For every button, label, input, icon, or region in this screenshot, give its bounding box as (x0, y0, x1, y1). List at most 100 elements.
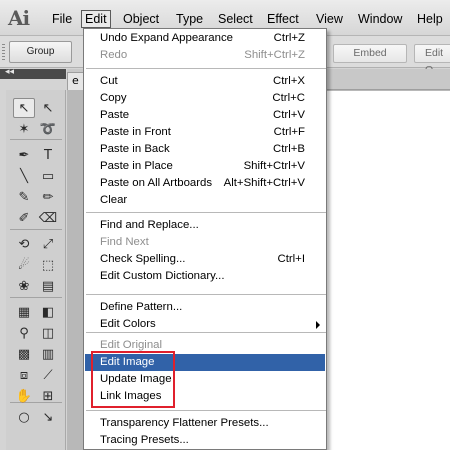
menu-item-label: Paste (100, 109, 130, 121)
warp-tool-icon[interactable]: ☄ (13, 255, 35, 275)
menu-item-paste-in-back[interactable]: Paste in Back Ctrl+B (85, 141, 325, 158)
mesh-tool-icon[interactable]: ▦ (13, 302, 35, 322)
menu-item-label: Paste in Place (100, 160, 173, 172)
menu-item-label: Cut (100, 75, 118, 87)
app-logo: Ai (8, 6, 30, 30)
annotation-highlight-box (91, 351, 175, 408)
free-transform-tool-icon[interactable]: ⬚ (37, 255, 59, 275)
pencil-tool-icon[interactable]: ✏ (37, 187, 59, 207)
menu-item-label: Edit Colors (100, 318, 156, 330)
symbol-sprayer-tool-icon[interactable]: ❀ (13, 276, 35, 296)
rectangle-tool-icon[interactable]: ▭ (37, 166, 59, 186)
line-tool-icon[interactable]: ╲ (13, 166, 35, 186)
submenu-arrow-icon (316, 321, 320, 329)
control-bar-grip[interactable] (2, 44, 5, 60)
menu-item-paste-in-front[interactable]: Paste in Front Ctrl+F (85, 124, 325, 141)
pen-tool-icon[interactable]: ✒ (13, 145, 35, 165)
menu-item-clear[interactable]: Clear (85, 192, 325, 209)
menu-item-shortcut: Ctrl+B (273, 143, 305, 155)
live-paint-tool-icon[interactable]: ▩ (13, 344, 35, 364)
menu-item-paste[interactable]: Paste Ctrl+V (85, 107, 325, 124)
menu-item-define-pattern[interactable]: Define Pattern... (85, 299, 325, 316)
menu-separator (86, 294, 326, 295)
menu-item-paste-in-place[interactable]: Paste in Place Shift+Ctrl+V (85, 158, 325, 175)
menu-item-find-and-replace[interactable]: Find and Replace... (85, 217, 325, 234)
lasso-tool-icon[interactable]: ➰ (37, 119, 59, 139)
menu-item-find-next: Find Next (85, 234, 325, 251)
menu-object[interactable]: Object (120, 10, 162, 28)
menu-item-copy[interactable]: Copy Ctrl+C (85, 90, 325, 107)
gradient-tool-icon[interactable]: ◧ (37, 302, 59, 322)
collapse-panel-icon[interactable]: ◂◂ (5, 67, 14, 77)
paintbrush-tool-icon[interactable]: ✎ (13, 187, 35, 207)
tool-separator (10, 297, 62, 298)
menu-item-edit-custom-dictionary[interactable]: Edit Custom Dictionary... (85, 268, 325, 285)
menu-separator (86, 410, 326, 411)
menu-item-shortcut: Ctrl+Z (273, 32, 305, 44)
scale-tool-icon[interactable]: ⤢ (37, 234, 59, 254)
menu-item-tracing-presets[interactable]: Tracing Presets... (85, 432, 325, 449)
menu-item-paste-on-all-artboards[interactable]: Paste on All Artboards Alt+Shift+Ctrl+V (85, 175, 325, 192)
menu-edit[interactable]: Edit (81, 10, 111, 28)
menu-item-undo-expand-appearance[interactable]: Undo Expand Appearance Ctrl+Z (85, 30, 325, 47)
tools-panel-header: ◂◂ (0, 67, 66, 79)
menu-item-shortcut: Shift+Ctrl+V (243, 160, 305, 172)
menu-item-label: Paste on All Artboards (100, 177, 213, 189)
artboard-canvas[interactable] (325, 91, 450, 450)
menu-item-edit-colors[interactable]: Edit Colors (85, 316, 325, 333)
menu-file[interactable]: File (49, 10, 75, 28)
column-graph-tool-icon[interactable]: ▤ (37, 276, 59, 296)
tool-separator (10, 139, 62, 140)
menu-item-label: Transparency Flattener Presets... (100, 417, 269, 429)
menu-select[interactable]: Select (215, 10, 256, 28)
menu-item-cut[interactable]: Cut Ctrl+X (85, 73, 325, 90)
menu-item-shortcut: Shift+Ctrl+Z (244, 49, 305, 61)
menu-item-label: Check Spelling... (100, 253, 186, 265)
blob-brush-tool-icon[interactable]: ✐ (13, 208, 35, 228)
tool-separator (10, 229, 62, 230)
menu-effect[interactable]: Effect (264, 10, 302, 28)
tools-panel: ↖ ↖ ✶ ➰ ✒ T ╲ ▭ ✎ ✏ ✐ ⌫ ⟲ ⤢ ☄ ⬚ ❀ ▤ ▦ ◧ ⚲ ◫ ▩ ▥ ⧈ ⟋ ✋ ⊞ ○ ↘ (6, 90, 66, 450)
hand-tool-icon[interactable]: ✋ (13, 386, 35, 406)
fill-color-icon[interactable]: ○ (13, 407, 35, 427)
menu-item-label: Edit Custom Dictionary... (100, 270, 225, 282)
selection-tool-icon[interactable]: ↖ (13, 98, 35, 118)
artboard-tool-icon[interactable]: ⧈ (13, 365, 35, 385)
eraser-tool-icon[interactable]: ⌫ (37, 208, 59, 228)
menu-item-shortcut: Alt+Shift+Ctrl+V (223, 177, 305, 189)
menu-item-shortcut: Ctrl+C (272, 92, 305, 104)
edit-original-button[interactable]: Edit O (414, 44, 450, 76)
measure-tool-icon[interactable]: ⊞ (37, 386, 59, 406)
menu-item-shortcut: Ctrl+V (273, 109, 305, 121)
menu-item-check-spelling[interactable]: Check Spelling... Ctrl+I (85, 251, 325, 268)
menu-item-transparency-flattener-presets[interactable]: Transparency Flattener Presets... (85, 415, 325, 432)
menu-item-label: Clear (100, 194, 128, 206)
menu-item-label: Paste in Back (100, 143, 170, 155)
embed-button[interactable]: Embed (333, 44, 407, 63)
menu-item-label: Undo Expand Appearance (100, 32, 233, 44)
menu-window[interactable]: Window (355, 10, 405, 28)
slice-tool-icon[interactable]: ⟋ (37, 365, 59, 385)
menu-item-label: Find Next (100, 236, 149, 248)
menu-item-label: Find and Replace... (100, 219, 199, 231)
stroke-color-icon[interactable]: ↘ (37, 407, 59, 427)
menu-view[interactable]: View (313, 10, 346, 28)
magic-wand-tool-icon[interactable]: ✶ (13, 119, 35, 139)
menu-item-label: Tracing Presets... (100, 434, 189, 446)
blend-tool-icon[interactable]: ◫ (37, 323, 59, 343)
menu-separator (86, 68, 326, 69)
selection-type-label: Group (9, 41, 72, 63)
menu-item-shortcut: Ctrl+F (273, 126, 305, 138)
menu-item-label: Redo (100, 49, 128, 61)
menu-type[interactable]: Type (173, 10, 206, 28)
bar-graph-tool-icon[interactable]: ▥ (37, 344, 59, 364)
eyedropper-tool-icon[interactable]: ⚲ (13, 323, 35, 343)
menu-item-label: Paste in Front (100, 126, 171, 138)
type-tool-icon[interactable]: T (37, 145, 59, 165)
menu-separator (86, 212, 326, 213)
rotate-tool-icon[interactable]: ⟲ (13, 234, 35, 254)
menu-item-redo: Redo Shift+Ctrl+Z (85, 47, 325, 64)
menu-item-shortcut: Ctrl+I (277, 253, 305, 265)
menu-help[interactable]: Help (414, 10, 446, 28)
direct-selection-tool-icon[interactable]: ↖ (37, 98, 59, 118)
